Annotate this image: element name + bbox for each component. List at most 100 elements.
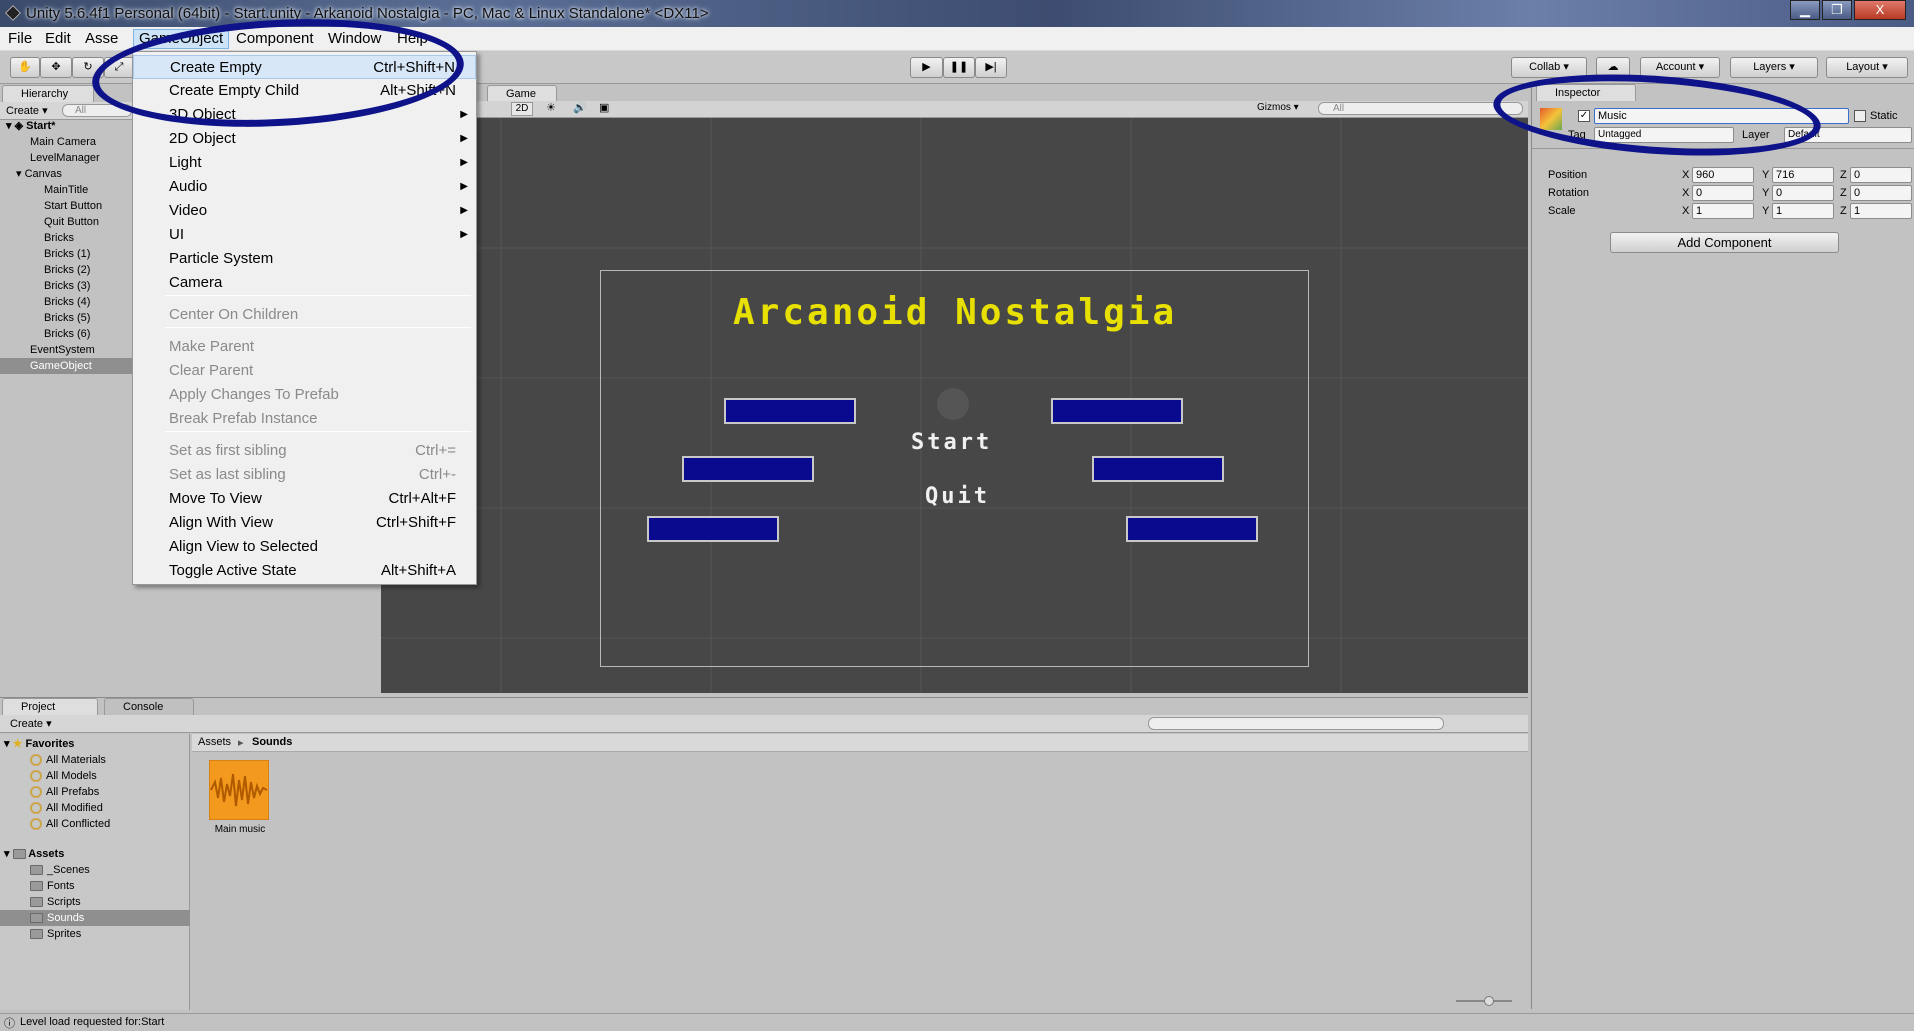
- hierarchy-item[interactable]: EventSystem: [0, 342, 132, 358]
- hierarchy-item[interactable]: Start Button: [0, 198, 132, 214]
- move-tool-button[interactable]: ✥: [40, 57, 72, 78]
- submenu-arrow-icon: ▶: [460, 229, 468, 240]
- menu-assets[interactable]: Asse: [80, 30, 123, 48]
- folder-icon: [30, 881, 43, 892]
- position-x-field[interactable]: 960: [1692, 167, 1754, 183]
- menu-item-particle-system[interactable]: Particle System: [133, 247, 476, 271]
- layout-dropdown[interactable]: Layout ▾: [1826, 57, 1908, 78]
- favorites-item[interactable]: All Models: [30, 768, 97, 784]
- menu-item-camera[interactable]: Camera: [133, 271, 476, 295]
- rotation-x-field[interactable]: 0: [1692, 185, 1754, 201]
- tab-project[interactable]: Project: [2, 698, 98, 715]
- asset-folder-label: Fonts: [47, 880, 75, 892]
- scale-y-field[interactable]: 1: [1772, 203, 1834, 219]
- menu-item-align-view-to-selected[interactable]: Align View to Selected: [133, 535, 476, 559]
- project-create-button[interactable]: Create ▾: [10, 717, 52, 730]
- scale-z-field[interactable]: 1: [1850, 203, 1912, 219]
- asset-folder-item[interactable]: Sprites: [0, 926, 190, 942]
- assets-folder[interactable]: ▾ Assets: [4, 846, 64, 862]
- menu-item-toggle-active-state[interactable]: Toggle Active State Alt+Shift+A: [133, 559, 476, 583]
- game-view[interactable]: Arcanoid Nostalgia Start Quit: [381, 118, 1528, 693]
- add-component-button[interactable]: Add Component: [1610, 232, 1839, 253]
- project-search-input[interactable]: [1148, 717, 1444, 730]
- minimize-button[interactable]: ▁: [1790, 0, 1820, 20]
- position-y-field[interactable]: 716: [1772, 167, 1834, 183]
- hierarchy-item[interactable]: LevelManager: [0, 150, 132, 166]
- inspector-panel: Inspector ✓ Music Static Tag Untagged La…: [1531, 84, 1914, 1009]
- favorites-item[interactable]: All Modified: [30, 800, 103, 816]
- menu-edit[interactable]: Edit: [40, 30, 76, 48]
- static-checkbox[interactable]: [1854, 110, 1866, 122]
- hand-tool-button[interactable]: ✋: [10, 57, 40, 78]
- favorites-item[interactable]: All Prefabs: [30, 784, 99, 800]
- hierarchy-item[interactable]: ▾ Canvas: [0, 166, 132, 182]
- favorites-folder[interactable]: ▾ ★ Favorites: [4, 736, 74, 752]
- play-button[interactable]: ▶: [910, 57, 943, 78]
- rotation-y-field[interactable]: 0: [1772, 185, 1834, 201]
- hierarchy-item[interactable]: Bricks (2): [0, 262, 132, 278]
- layers-dropdown[interactable]: Layers ▾: [1730, 57, 1818, 78]
- ball: [937, 388, 969, 420]
- menu-item-video[interactable]: Video ▶: [133, 199, 476, 223]
- hierarchy-item[interactable]: Bricks (6): [0, 326, 132, 342]
- hierarchy-item-label: GameObject: [30, 360, 92, 372]
- menu-item-light[interactable]: Light ▶: [133, 151, 476, 175]
- menu-item-set-as-first-sibling: Set as first sibling Ctrl+=: [133, 439, 476, 463]
- tab-game[interactable]: Game: [487, 85, 557, 102]
- game-search-input[interactable]: All: [1318, 102, 1523, 115]
- breadcrumb-sounds[interactable]: Sounds: [252, 736, 292, 748]
- quit-button-text[interactable]: Quit: [925, 484, 990, 509]
- close-button[interactable]: X: [1854, 0, 1906, 20]
- expand-arrow-icon[interactable]: ▾: [16, 168, 25, 180]
- hierarchy-item[interactable]: Main Camera: [0, 134, 132, 150]
- asset-main-music[interactable]: Main music: [208, 760, 272, 840]
- hierarchy-item[interactable]: Bricks (3): [0, 278, 132, 294]
- asset-folder-item[interactable]: Sounds: [0, 910, 190, 926]
- asset-folder-item[interactable]: Scripts: [0, 894, 190, 910]
- menu-item-2d-object[interactable]: 2D Object ▶: [133, 127, 476, 151]
- position-z-field[interactable]: 0: [1850, 167, 1912, 183]
- hierarchy-create-button[interactable]: Create ▾: [6, 104, 48, 117]
- asset-folder-item[interactable]: _Scenes: [0, 862, 190, 878]
- scale-y-label: Y: [1762, 205, 1770, 217]
- rotation-z-field[interactable]: 0: [1850, 185, 1912, 201]
- lighting-toggle-icon[interactable]: ☀: [546, 101, 556, 114]
- hierarchy-item[interactable]: Bricks (4): [0, 294, 132, 310]
- scale-label: Scale: [1548, 205, 1576, 217]
- project-tab-label: Project: [21, 701, 56, 713]
- hierarchy-item[interactable]: Bricks (1): [0, 246, 132, 262]
- hierarchy-item[interactable]: GameObject: [0, 358, 132, 374]
- step-button[interactable]: ▶|: [975, 57, 1007, 78]
- static-label: Static: [1870, 110, 1898, 122]
- menu-item-ui[interactable]: UI ▶: [133, 223, 476, 247]
- favorites-item[interactable]: All Conflicted: [30, 816, 110, 832]
- gizmos-dropdown[interactable]: Gizmos ▾: [1257, 102, 1299, 113]
- scale-x-field[interactable]: 1: [1692, 203, 1754, 219]
- tab-console[interactable]: Console: [104, 698, 194, 715]
- menu-item-audio[interactable]: Audio ▶: [133, 175, 476, 199]
- menu-file[interactable]: File: [3, 30, 37, 48]
- 2d-toggle[interactable]: 2D: [511, 102, 533, 116]
- hierarchy-item[interactable]: Bricks (5): [0, 310, 132, 326]
- pause-button[interactable]: ❚❚: [943, 57, 975, 78]
- submenu-arrow-icon: ▶: [460, 109, 468, 120]
- menu-item-move-to-view[interactable]: Move To View Ctrl+Alt+F: [133, 487, 476, 511]
- zoom-slider[interactable]: [1456, 996, 1512, 1006]
- maximize-button[interactable]: ❐: [1822, 0, 1852, 20]
- menu-item-label: Align View to Selected: [169, 538, 318, 555]
- favorites-item[interactable]: All Materials: [30, 752, 106, 768]
- hierarchy-item[interactable]: MainTitle: [0, 182, 132, 198]
- hierarchy-item[interactable]: Bricks: [0, 230, 132, 246]
- audio-toggle-icon[interactable]: 🔊: [573, 101, 587, 114]
- tab-hierarchy[interactable]: Hierarchy: [2, 85, 94, 102]
- asset-folder-item[interactable]: Fonts: [0, 878, 190, 894]
- zoom-slider-thumb[interactable]: [1484, 996, 1494, 1006]
- scene-root[interactable]: ▾ ◈ Start*: [6, 118, 55, 134]
- start-button-text[interactable]: Start: [911, 430, 992, 455]
- effects-toggle-icon[interactable]: ▣: [599, 101, 609, 114]
- breadcrumb-assets[interactable]: Assets: [198, 736, 231, 748]
- favorites-item-label: All Materials: [46, 754, 106, 766]
- hierarchy-item-label: Main Camera: [30, 136, 97, 148]
- hierarchy-item[interactable]: Quit Button: [0, 214, 132, 230]
- menu-item-align-with-view[interactable]: Align With View Ctrl+Shift+F: [133, 511, 476, 535]
